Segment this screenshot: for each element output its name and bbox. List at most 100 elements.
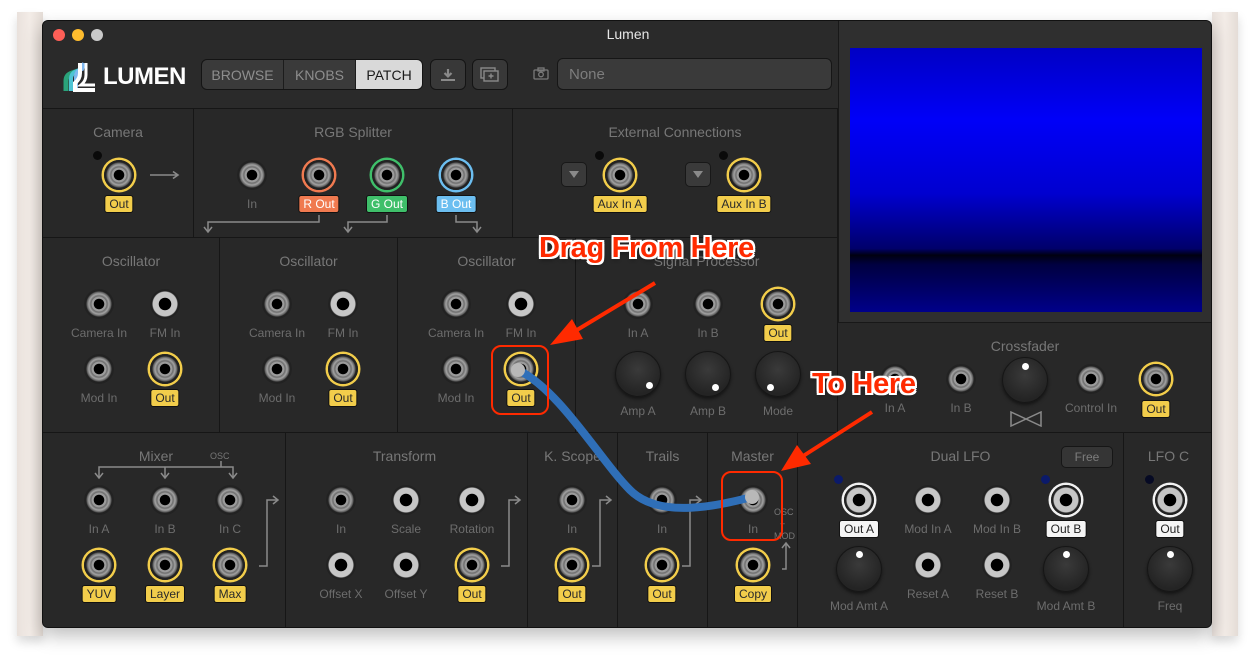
drag-from-annotation: Drag From Here xyxy=(539,232,754,264)
port-label: Layer xyxy=(144,585,186,603)
sp-out-jack[interactable] xyxy=(763,289,793,319)
layer-out-jack[interactable] xyxy=(150,550,180,580)
port-label: Mod In xyxy=(80,391,118,405)
in-b-jack[interactable] xyxy=(693,289,723,319)
oscillator-3-module: Oscillator Camera In FM In Mod In Out xyxy=(398,238,576,433)
tab-patch[interactable]: PATCH xyxy=(356,60,422,89)
logo-text: LUMEN xyxy=(103,63,186,90)
crossfader-out-jack[interactable] xyxy=(1141,364,1171,394)
rotation-jack[interactable] xyxy=(457,485,487,515)
rgb-in-jack[interactable] xyxy=(237,160,267,190)
knob-indicator xyxy=(1167,551,1174,558)
yuv-out-jack[interactable] xyxy=(84,550,114,580)
osc-routing-icon xyxy=(94,461,238,480)
right-rail xyxy=(1212,12,1238,636)
flow-arrow-icon xyxy=(592,495,613,567)
mixer-in-b-jack[interactable] xyxy=(150,485,180,515)
mixer-in-c-jack[interactable] xyxy=(215,485,245,515)
port-label: Out xyxy=(328,389,358,407)
tab-knobs[interactable]: KNOBS xyxy=(284,60,356,89)
camera-module: Camera Out xyxy=(43,109,194,238)
arrow-right-icon xyxy=(150,170,180,180)
b-out-jack[interactable] xyxy=(441,160,471,190)
offset-y-jack[interactable] xyxy=(391,550,421,580)
camera-out-jack[interactable] xyxy=(104,160,134,190)
mod-in-jack[interactable] xyxy=(84,354,114,384)
osc-out-jack[interactable] xyxy=(150,354,180,384)
camera-icon xyxy=(533,67,549,80)
mod-in-jack[interactable] xyxy=(262,354,292,384)
fm-in-jack[interactable] xyxy=(328,289,358,319)
left-rail xyxy=(17,12,43,636)
r-out-jack[interactable] xyxy=(304,160,334,190)
target-highlight xyxy=(721,471,783,541)
external-connections-module: External Connections Aux In A Aux In B xyxy=(513,109,838,238)
trails-out-jack[interactable] xyxy=(647,550,677,580)
trails-in-jack[interactable] xyxy=(647,485,677,515)
aux-in-b-jack[interactable] xyxy=(729,160,759,190)
port-label: Mod In xyxy=(437,391,475,405)
add-window-button[interactable] xyxy=(472,59,508,90)
crossfader-in-b-jack[interactable] xyxy=(946,364,976,394)
port-label: Aux In B xyxy=(716,195,772,213)
camera-source-select[interactable]: None xyxy=(557,58,832,90)
mod-amt-a-knob[interactable] xyxy=(836,546,882,592)
trails-module: Trails In Out xyxy=(618,433,708,627)
port-label: In B xyxy=(950,401,972,415)
max-out-jack[interactable] xyxy=(215,550,245,580)
camera-in-jack[interactable] xyxy=(441,289,471,319)
amp-b-knob[interactable] xyxy=(685,351,731,397)
mixer-module: Mixer OSC In A In B In C YUV Layer Max xyxy=(43,433,286,627)
tab-browse[interactable]: BROWSE xyxy=(202,60,284,89)
fm-in-jack[interactable] xyxy=(506,289,536,319)
transform-module: Transform In Scale Rotation Offset X Off… xyxy=(286,433,528,627)
save-button[interactable] xyxy=(430,59,466,90)
mod-in-jack[interactable] xyxy=(441,354,471,384)
to-here-annotation: To Here xyxy=(812,368,916,400)
knob-indicator xyxy=(646,382,653,389)
freq-knob[interactable] xyxy=(1147,546,1193,592)
camera-in-jack[interactable] xyxy=(84,289,114,319)
fm-in-jack[interactable] xyxy=(150,289,180,319)
transform-out-jack[interactable] xyxy=(457,550,487,580)
transform-in-jack[interactable] xyxy=(326,485,356,515)
crossfade-knob[interactable] xyxy=(1002,357,1048,403)
kscope-in-jack[interactable] xyxy=(557,485,587,515)
signal-processor-module: Signal Processor In A In B Out Amp A Amp… xyxy=(576,238,838,433)
mod-in-b-jack[interactable] xyxy=(982,485,1012,515)
video-preview xyxy=(850,48,1202,312)
mixer-in-a-jack[interactable] xyxy=(84,485,114,515)
lfo-c-out-jack[interactable] xyxy=(1155,485,1185,515)
flow-arrow-icon xyxy=(259,495,280,567)
scale-jack[interactable] xyxy=(391,485,421,515)
reset-a-jack[interactable] xyxy=(913,550,943,580)
flow-arrow-icon xyxy=(501,495,522,567)
lfo-c-module: LFO C Out Freq xyxy=(1124,433,1211,627)
knob-indicator xyxy=(767,384,774,391)
knob-indicator xyxy=(1063,551,1070,558)
port-label: FM In xyxy=(327,326,359,340)
aux-in-a-jack[interactable] xyxy=(605,160,635,190)
g-out-jack[interactable] xyxy=(372,160,402,190)
camera-in-jack[interactable] xyxy=(262,289,292,319)
mod-in-a-jack[interactable] xyxy=(913,485,943,515)
reset-b-jack[interactable] xyxy=(982,550,1012,580)
lfo-out-a-jack[interactable] xyxy=(844,485,874,515)
crossfade-bowtie-icon xyxy=(1010,411,1042,427)
in-a-jack[interactable] xyxy=(623,289,653,319)
routing-arrows-icon xyxy=(203,215,482,234)
aux-a-source-dropdown[interactable] xyxy=(561,162,587,187)
mod-amt-b-knob[interactable] xyxy=(1043,546,1089,592)
aux-b-source-dropdown[interactable] xyxy=(685,162,711,187)
master-copy-jack[interactable] xyxy=(738,550,768,580)
offset-x-jack[interactable] xyxy=(326,550,356,580)
free-toggle-button[interactable]: Free xyxy=(1061,446,1113,468)
control-in-jack[interactable] xyxy=(1076,364,1106,394)
module-title: Crossfader xyxy=(990,338,1060,354)
lfo-out-b-jack[interactable] xyxy=(1051,485,1081,515)
osc-out-jack[interactable] xyxy=(328,354,358,384)
amp-a-knob[interactable] xyxy=(615,351,661,397)
mode-knob[interactable] xyxy=(755,351,801,397)
port-label: Out xyxy=(763,324,793,342)
kscope-out-jack[interactable] xyxy=(557,550,587,580)
